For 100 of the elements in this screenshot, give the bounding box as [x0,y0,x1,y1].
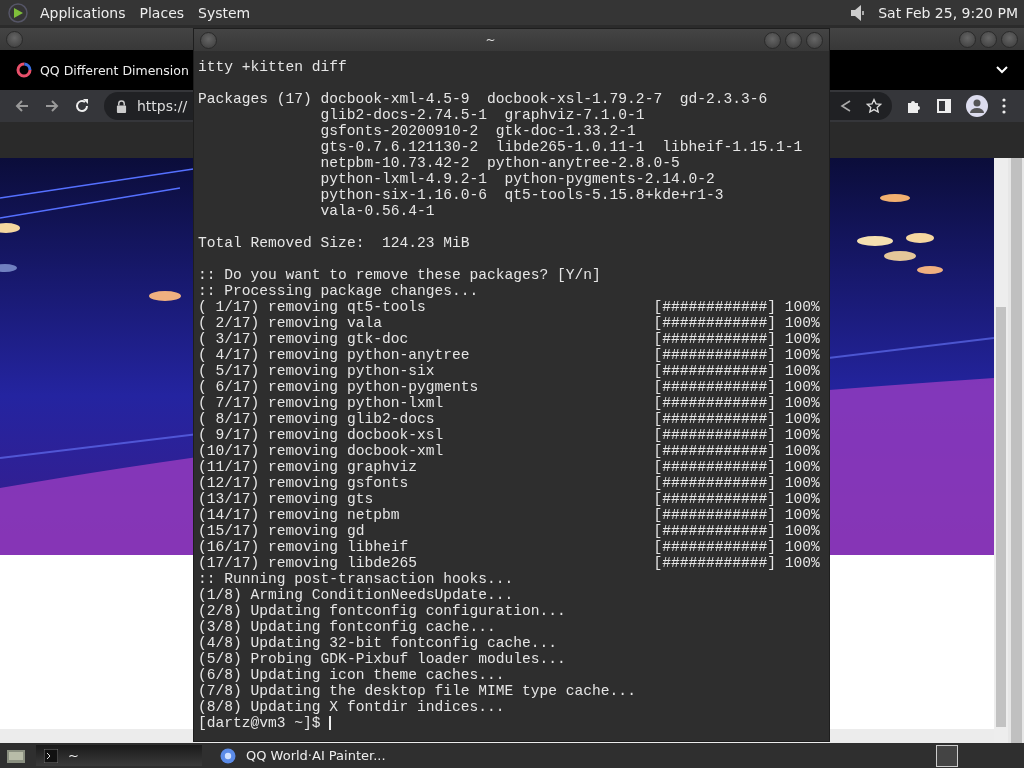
terminal-text: (16/17) removing libheif [198,539,410,555]
terminal-line: (2/8) Updating fontconfig configuration... [198,603,567,619]
terminal-text: (15/17) removing gd [198,523,366,539]
terminal-text: (12/17) removing gsfonts [198,475,410,491]
percent-text: 100% [784,331,820,347]
terminal-line: :: Do you want to remove these packages? [Y/n] [198,267,602,283]
progress-text: [############] [653,507,776,523]
percent-text: 100% [784,379,820,395]
percent-text: 100% [784,539,820,555]
progress-text: [############] [653,523,776,539]
progress-text: [############] [653,363,776,379]
percent-text: 100% [784,555,820,571]
terminal-text: (14/17) removing netpbm [198,507,401,523]
terminal-text: ( 8/17) removing glib2-docs [198,411,436,427]
progress-text: [############] [653,475,776,491]
percent-text: 100% [784,475,820,491]
percent-text: 100% [784,523,820,539]
percent-text: 100% [784,459,820,475]
terminal-text: ( 4/17) removing python-anytree [198,347,471,363]
progress-text: [############] [653,539,776,555]
percent-text: 100% [784,347,820,363]
clock[interactable]: Sat Feb 25, 9:20 PM [878,4,1018,21]
star-icon[interactable] [866,98,882,114]
percent-text: 100% [784,411,820,427]
terminal-line: netpbm-10.73.42-2 python-anytree-2.8.0-5 [320,155,681,171]
window-title: ~ [485,33,496,47]
terminal-text: Packages (17) [198,91,313,109]
ring-logo-icon [16,62,32,78]
chevron-down-icon[interactable] [996,66,1008,74]
address-bar-end[interactable] [830,92,892,120]
panel-menu[interactable]: Applications [38,4,128,21]
terminal-line: python-lxml-4.9.2-1 python-pygments-2.14.0-2 [320,171,716,187]
progress-text: [############] [653,443,776,459]
terminal-text: (13/17) removing gts [198,491,375,507]
terminal-text: (17/17) removing libde265 [198,555,418,571]
terminal-text: ( 7/17) removing python-lxml [198,395,445,411]
terminal-line: vala-0.56.4-1 [320,203,436,219]
window-scrollbar[interactable] [1008,158,1024,743]
terminal-line: (1/8) Arming ConditionNeedsUpdate... [198,587,515,603]
back-icon[interactable] [14,98,30,114]
taskbar-button[interactable]: ~ [36,745,202,766]
terminal-line: glib2-docs-2.74.5-1 graphviz-7.1.0-1 [320,107,646,123]
terminal-line: docbook-xml-4.5-9 docbook-xsl-1.79.2-7 gd-2.3.3-6 [320,91,769,107]
terminal-text: ( 2/17) removing vala [198,315,383,331]
terminal-text: (11/17) removing graphviz [198,459,418,475]
progress-text: [############] [653,299,776,315]
terminal-line: gts-0.7.6.121130-2 libde265-1.0.11-1 libheif-1.15.1-1 [320,139,803,155]
panel-menu[interactable]: Places [137,4,187,21]
terminal-line: (7/8) Updating the desktop file MIME type cache... [198,683,637,699]
percent-text: 100% [784,491,820,507]
panel-menu[interactable]: System [196,4,253,21]
percent-text: 100% [784,443,820,459]
terminal-line: (6/8) Updating icon theme caches... [198,667,506,683]
progress-text: [############] [653,459,776,475]
terminal-icon [44,748,58,763]
percent-text: 100% [784,363,820,379]
terminal-line: (8/8) Updating X fontdir indices... [198,699,506,715]
terminal-line: (5/8) Probing GDK-Pixbuf loader modules... [198,651,567,667]
progress-text: [############] [653,427,776,443]
play-logo-icon[interactable] [8,2,28,23]
taskbar-button[interactable]: QQ World·AI Painter... [212,745,428,766]
percent-text: 100% [784,427,820,443]
text-cursor [329,716,331,730]
side-panel-icon[interactable] [936,98,952,114]
progress-text: [############] [653,555,776,571]
terminal-line: python-six-1.16.0-6 qt5-tools-5.15.8+kde+r1-3 [320,187,725,203]
avatar-icon[interactable] [966,95,988,117]
kebab-menu-icon[interactable] [1002,98,1006,114]
lock-icon [116,99,127,113]
puzzle-icon[interactable] [906,98,922,114]
progress-text: [############] [653,379,776,395]
reload-icon[interactable] [74,98,90,114]
terminal-text: ( 9/17) removing docbook-xsl [198,427,445,443]
percent-text: 100% [784,299,820,315]
progress-text: [############] [653,491,776,507]
percent-text: 100% [784,395,820,411]
shell-prompt: [dartz@vm3 ~]$ [198,715,322,731]
terminal-text: ( 3/17) removing gtk-doc [198,331,410,347]
terminal-text: ( 1/17) removing qt5-tools [198,299,427,315]
progress-text: [############] [653,395,776,411]
percent-text: 100% [784,315,820,331]
workspace-switcher[interactable] [936,744,958,767]
progress-text: [############] [653,347,776,363]
progress-text: [############] [653,411,776,427]
terminal-line: Total Removed Size: 124.23 MiB [198,235,471,251]
show-desktop-icon[interactable] [6,747,26,764]
forward-icon[interactable] [44,98,60,114]
terminal-line: :: Processing package changes... [198,283,480,299]
terminal-text: (10/17) removing docbook-xml [198,443,445,459]
terminal-line: (4/8) Updating 32-bit fontconfig cache... [198,635,559,651]
progress-text: [############] [653,315,776,331]
terminal-line: (3/8) Updating fontconfig cache... [198,619,497,635]
address-bar[interactable]: https:// [104,92,194,120]
terminal-line: gsfonts-20200910-2 gtk-doc-1.33.2-1 [320,123,637,139]
terminal-text: ( 6/17) removing python-pygments [198,379,480,395]
scrollbar[interactable] [994,158,1008,743]
terminal-text: ( 5/17) removing python-six [198,363,436,379]
terminal-line: itty +kitten diff [198,59,348,75]
terminal-line: :: Running post-transaction hooks... [198,571,515,587]
progress-text: [############] [653,331,776,347]
